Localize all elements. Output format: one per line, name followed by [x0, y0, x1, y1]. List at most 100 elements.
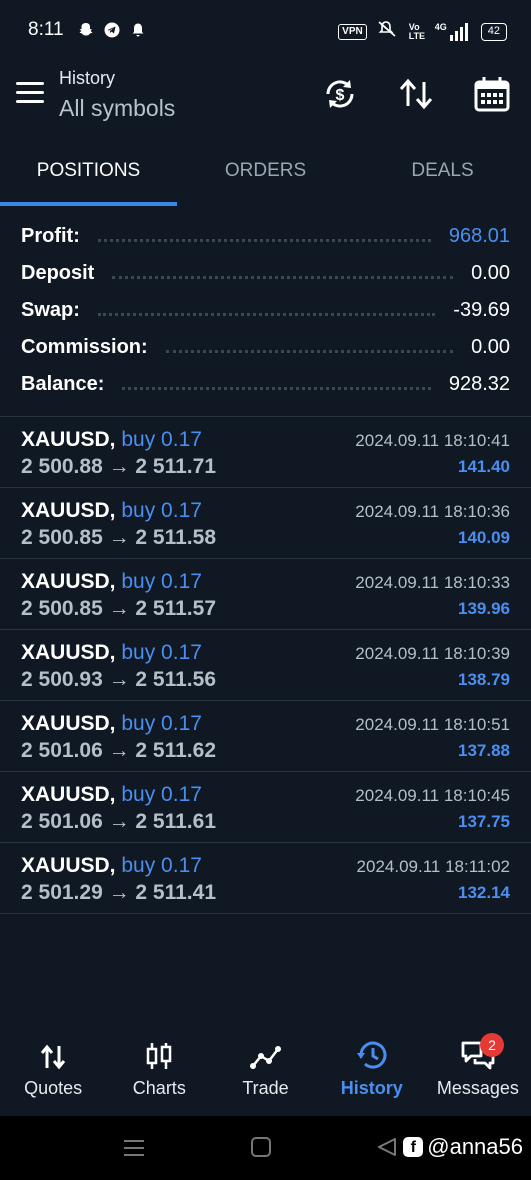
- summary-row-balance: Balance: 928.32: [0, 366, 531, 403]
- list-item[interactable]: XAUUSD, buy 0.17 2 500.85 → 2 511.58 202…: [0, 488, 531, 559]
- app-header: History All symbols $: [0, 60, 531, 136]
- nav-label: Charts: [132, 1078, 186, 1098]
- battery-indicator: 42: [480, 22, 507, 41]
- calendar-icon[interactable]: [472, 74, 512, 114]
- signal-icon: 4G: [434, 21, 471, 41]
- back-icon[interactable]: [376, 1136, 398, 1163]
- position-side-volume: buy 0.17: [121, 499, 202, 522]
- tab-positions[interactable]: POSITIONS: [0, 136, 177, 206]
- recents-icon[interactable]: [122, 1136, 146, 1165]
- dotted-leader: [97, 232, 431, 242]
- summary-row-commission: Commission: 0.00: [0, 329, 531, 366]
- trade-icon: [212, 1030, 318, 1070]
- watermark-handle: @anna56: [427, 1134, 523, 1159]
- watermark: f @anna56: [403, 1134, 523, 1160]
- list-item[interactable]: XAUUSD, buy 0.17 2 501.06 → 2 511.61 202…: [0, 772, 531, 843]
- position-symbol: XAUUSD, buy 0.17: [21, 854, 202, 877]
- position-prices: 2 500.85 → 2 511.58: [21, 526, 216, 549]
- position-side-volume: buy 0.17: [121, 712, 202, 735]
- profit-value: 968.01: [448, 225, 510, 247]
- summary-label: Profit:: [21, 225, 80, 247]
- snapchat-icon: [78, 22, 94, 38]
- nav-trade[interactable]: Trade: [212, 1030, 318, 1116]
- position-time: 2024.09.11 18:10:39: [355, 644, 510, 663]
- list-item[interactable]: XAUUSD, buy 0.17 2 500.88 → 2 511.71 202…: [0, 417, 531, 488]
- position-prices: 2 500.88 → 2 511.71: [21, 455, 216, 478]
- account-summary: Profit: 968.01 Deposit 0.00 Swap: -39.69…: [0, 218, 531, 403]
- bottom-navigation: Quotes Charts Trade History Messages: [0, 1030, 531, 1116]
- status-system-icons: VPN Vo LTE 4G 42: [338, 20, 507, 43]
- volte-indicator: Vo LTE: [408, 21, 426, 41]
- system-navigation-bar: f @anna56: [0, 1116, 531, 1180]
- dotted-leader: [97, 306, 436, 316]
- position-side-volume: buy 0.17: [121, 641, 202, 664]
- svg-text:$: $: [336, 87, 345, 104]
- sort-icon[interactable]: [396, 74, 436, 114]
- network-type: 4G: [434, 21, 447, 32]
- list-item[interactable]: XAUUSD, buy 0.17 2 500.85 → 2 511.57 202…: [0, 559, 531, 630]
- positions-list: XAUUSD, buy 0.17 2 500.88 → 2 511.71 202…: [0, 416, 531, 914]
- position-symbol: XAUUSD, buy 0.17: [21, 499, 202, 522]
- telegram-icon: [104, 22, 120, 38]
- history-tabs: POSITIONS ORDERS DEALS: [0, 136, 531, 206]
- hamburger-menu-icon[interactable]: [16, 82, 44, 104]
- nav-label: Trade: [242, 1078, 289, 1098]
- position-symbol: XAUUSD, buy 0.17: [21, 428, 202, 451]
- position-profit: 139.96: [458, 599, 510, 618]
- nav-messages[interactable]: Messages: [425, 1030, 531, 1116]
- symbol-filter[interactable]: All symbols: [59, 95, 175, 122]
- charts-icon: [106, 1030, 212, 1070]
- commission-value: 0.00: [471, 336, 510, 358]
- list-item[interactable]: XAUUSD, buy 0.17 2 501.06 → 2 511.62 202…: [0, 701, 531, 772]
- balance-value: 928.32: [448, 373, 510, 395]
- position-prices: 2 501.06 → 2 511.61: [21, 810, 216, 833]
- position-symbol: XAUUSD, buy 0.17: [21, 641, 202, 664]
- dotted-leader: [112, 269, 454, 279]
- position-profit: 140.09: [458, 528, 510, 547]
- nav-history[interactable]: History: [319, 1030, 425, 1116]
- status-notification-icons: [78, 22, 146, 38]
- currency-exchange-icon[interactable]: $: [320, 74, 360, 114]
- position-profit: 138.79: [458, 670, 510, 689]
- vpn-indicator: VPN: [338, 23, 367, 40]
- position-profit: 132.14: [458, 883, 510, 902]
- dotted-leader: [165, 343, 454, 353]
- position-profit: 137.75: [458, 812, 510, 831]
- summary-row-profit: Profit: 968.01: [0, 218, 531, 255]
- position-time: 2024.09.11 18:10:45: [355, 786, 510, 805]
- position-symbol: XAUUSD, buy 0.17: [21, 783, 202, 806]
- nav-label: Messages: [436, 1078, 519, 1098]
- list-item[interactable]: XAUUSD, buy 0.17 2 501.29 → 2 511.41 202…: [0, 843, 531, 914]
- tab-deals[interactable]: DEALS: [354, 136, 531, 206]
- history-icon: [319, 1030, 425, 1070]
- position-profit: 137.88: [458, 741, 510, 760]
- nav-charts[interactable]: Charts: [106, 1030, 212, 1116]
- tab-orders[interactable]: ORDERS: [177, 136, 354, 206]
- nav-label: History: [340, 1078, 403, 1098]
- status-bar: 8:11 VPN Vo LTE 4G 42: [0, 0, 531, 60]
- facebook-icon: f: [403, 1137, 424, 1157]
- home-icon[interactable]: [250, 1136, 272, 1163]
- position-time: 2024.09.11 18:10:36: [355, 502, 510, 521]
- position-prices: 2 500.93 → 2 511.56: [21, 668, 216, 691]
- deposit-value: 0.00: [471, 262, 510, 284]
- list-item[interactable]: XAUUSD, buy 0.17 2 500.93 → 2 511.56 202…: [0, 630, 531, 701]
- position-prices: 2 501.06 → 2 511.62: [21, 739, 216, 762]
- messages-icon: [425, 1030, 531, 1070]
- position-side-volume: buy 0.17: [121, 570, 202, 593]
- nav-quotes[interactable]: Quotes: [0, 1030, 106, 1116]
- position-time: 2024.09.11 18:10:41: [355, 431, 510, 450]
- position-symbol: XAUUSD, buy 0.17: [21, 712, 202, 735]
- position-prices: 2 500.85 → 2 511.57: [21, 597, 216, 620]
- messages-badge: 2: [480, 1033, 504, 1057]
- position-prices: 2 501.29 → 2 511.41: [21, 881, 216, 904]
- position-symbol: XAUUSD, buy 0.17: [21, 570, 202, 593]
- position-side-volume: buy 0.17: [121, 854, 202, 877]
- swap-value: -39.69: [453, 299, 510, 321]
- summary-label: Deposit: [21, 262, 95, 284]
- position-side-volume: buy 0.17: [121, 428, 202, 451]
- summary-row-deposit: Deposit 0.00: [0, 255, 531, 292]
- summary-row-swap: Swap: -39.69: [0, 292, 531, 329]
- summary-label: Balance:: [21, 373, 105, 395]
- mute-icon: [377, 20, 399, 43]
